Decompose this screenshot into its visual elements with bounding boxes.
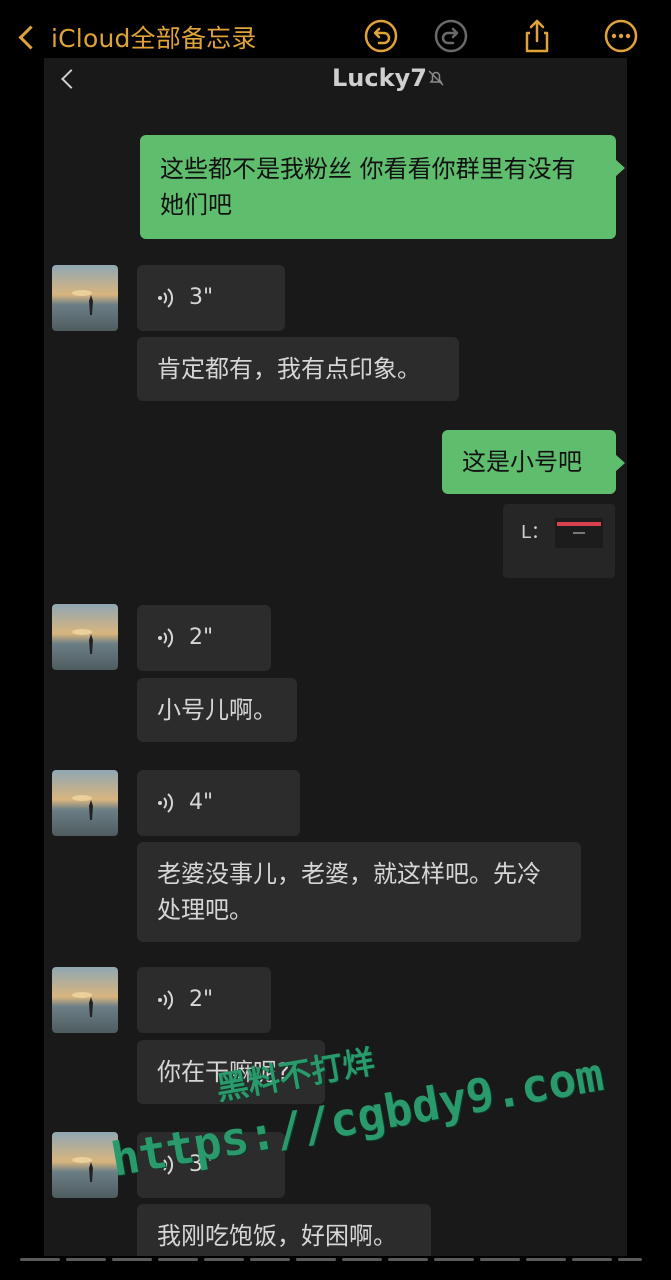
share-icon[interactable] (519, 18, 555, 54)
thumbnail-label: L： (521, 522, 550, 543)
voice-duration: 2" (189, 987, 214, 1012)
message-text: 小号儿啊。 (157, 696, 277, 724)
voice-message[interactable]: 2" (137, 967, 271, 1033)
image-message-thumbnail[interactable]: L： (503, 504, 615, 578)
contact-avatar[interactable] (52, 770, 118, 836)
outgoing-message[interactable]: 这是小号吧 (442, 430, 625, 494)
voice-duration: 4" (189, 790, 214, 815)
voice-wave-icon (158, 1155, 174, 1175)
voice-message[interactable]: 3" (137, 1132, 285, 1198)
bottom-strip (0, 1256, 671, 1280)
incoming-message[interactable]: 肯定都有，我有点印象。 (137, 337, 459, 401)
back-to-notes-button[interactable]: iCloud全部备忘录 (14, 17, 257, 57)
message-text: 这些都不是我粉丝 你看看你群里有没有她们吧 (160, 155, 576, 219)
voice-duration: 2" (189, 625, 214, 650)
voice-wave-icon (158, 288, 174, 308)
contact-name: Lucky7 (332, 64, 427, 92)
outgoing-message[interactable]: 这些都不是我粉丝 你看看你群里有没有她们吧 (140, 135, 625, 239)
contact-avatar[interactable] (52, 604, 118, 670)
voice-message[interactable]: 3" (137, 265, 285, 331)
voice-wave-icon (158, 990, 174, 1010)
incoming-message[interactable]: 老婆没事儿，老婆，就这样吧。先冷处理吧。 (137, 842, 581, 942)
message-text: 肯定都有，我有点印象。 (157, 355, 421, 383)
message-text: 老婆没事儿，老婆，就这样吧。先冷处理吧。 (157, 860, 541, 924)
incoming-message[interactable]: 你在干嘛呢? (137, 1040, 325, 1104)
message-text: 这是小号吧 (462, 448, 582, 476)
voice-wave-icon (158, 628, 174, 648)
voice-duration: 3" (189, 285, 214, 310)
contact-avatar[interactable] (52, 967, 118, 1033)
voice-wave-icon (158, 793, 174, 813)
contact-avatar[interactable] (52, 1132, 118, 1198)
voice-message[interactable]: 4" (137, 770, 300, 836)
incoming-message[interactable]: 我刚吃饱饭，好困啊。 (137, 1204, 431, 1258)
chat-back-icon[interactable] (61, 69, 81, 89)
undo-icon[interactable] (363, 18, 399, 54)
message-text: 我刚吃饱饭，好困啊。 (157, 1222, 397, 1250)
contact-avatar[interactable] (52, 265, 118, 331)
image-preview-icon (555, 518, 603, 548)
voice-message[interactable]: 2" (137, 605, 271, 671)
chat-screenshot: Lucky7 这些都不是我粉丝 你看看你群里有没有她们吧 3" 肯定都有，我有点… (44, 58, 627, 1258)
chat-header: Lucky7 (44, 58, 627, 100)
incoming-message[interactable]: 小号儿啊。 (137, 678, 297, 742)
message-text: 你在干嘛呢? (157, 1058, 290, 1086)
more-icon[interactable] (603, 18, 639, 54)
mute-bell-icon (428, 70, 444, 86)
back-label: iCloud全部备忘录 (51, 24, 257, 53)
voice-duration: 3" (189, 1152, 214, 1177)
chevron-left-icon (18, 24, 43, 50)
redo-icon[interactable] (433, 18, 469, 54)
